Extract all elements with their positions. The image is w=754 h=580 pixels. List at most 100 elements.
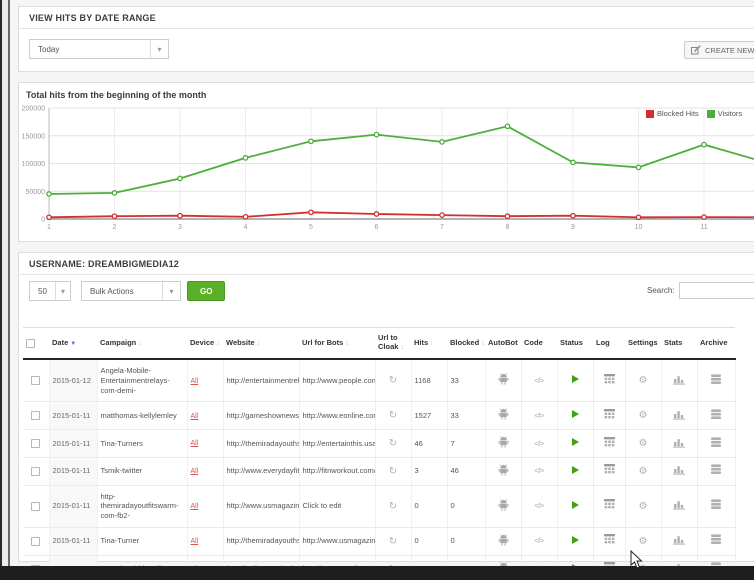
code-icon[interactable]: </> [534,536,543,545]
code-icon[interactable]: </> [534,439,543,448]
status-play-icon[interactable] [572,410,579,418]
device-all-link[interactable]: All [191,440,199,447]
column-header-archive: Archive [697,328,735,360]
log-calendar-icon[interactable] [604,534,615,545]
stats-chart-icon[interactable] [673,499,685,510]
campaigns-table: Date▼Campaign↕Device↕Website↕Url for Bot… [23,327,736,580]
device-all-link[interactable]: All [191,503,199,510]
code-icon[interactable]: </> [534,501,543,510]
column-header-url-to-cloak[interactable]: Url to Cloak↕ [375,328,411,360]
autobot-android-icon[interactable] [498,464,509,476]
column-header-website[interactable]: Website↕ [223,328,299,360]
column-header-hits[interactable]: Hits↕ [411,328,447,360]
chart-card: Total hits from the beginning of the mon… [18,82,754,242]
cell-date: 2015-01-11 [49,457,97,485]
device-all-link[interactable]: All [191,468,199,475]
autobot-android-icon[interactable] [498,373,509,385]
cell-status [557,527,593,555]
refresh-icon[interactable]: ↻ [389,410,397,421]
refresh-icon[interactable]: ↻ [389,375,397,386]
archive-stack-icon[interactable] [710,437,722,448]
code-icon[interactable]: </> [534,376,543,385]
log-calendar-icon[interactable] [604,464,615,475]
status-play-icon[interactable] [572,438,579,446]
go-button[interactable]: GO [187,281,225,301]
page-size-select[interactable]: 50 ▾ [29,281,71,301]
autobot-android-icon[interactable] [498,436,509,448]
device-all-link[interactable]: All [191,413,199,420]
autobot-android-icon[interactable] [498,534,509,546]
column-header-date[interactable]: Date▼ [49,328,97,360]
svg-text:3: 3 [178,224,182,231]
svg-text:9: 9 [571,224,575,231]
row-checkbox[interactable] [31,376,40,385]
gear-icon[interactable]: ⚙ [639,438,648,449]
cell-device: All [187,527,223,555]
status-play-icon[interactable] [572,466,579,474]
cell-archive [697,485,735,527]
column-header-stats: Stats [661,328,697,360]
archive-stack-icon[interactable] [710,374,722,385]
cell-campaign: Tina-Turner [97,527,187,555]
gear-icon[interactable]: ⚙ [639,375,648,386]
cell-website: http://www.everydayfitnes... [223,457,299,485]
status-play-icon[interactable] [572,501,579,509]
status-play-icon[interactable] [572,536,579,544]
gear-icon[interactable]: ⚙ [639,536,648,547]
gear-icon[interactable]: ⚙ [639,410,648,421]
cell-device: All [187,430,223,458]
log-calendar-icon[interactable] [604,374,615,385]
autobot-android-icon[interactable] [498,499,509,511]
gear-icon[interactable]: ⚙ [639,501,648,512]
device-all-link[interactable]: All [191,538,199,545]
refresh-icon[interactable]: ↻ [389,501,397,512]
refresh-icon[interactable]: ↻ [389,466,397,477]
row-checkbox[interactable] [31,502,40,511]
hits-line-chart: 123456789101112050000100000150000200000 [21,105,754,237]
table-row: 2015-01-11 matthomas-kellylemley All htt… [23,402,735,430]
row-checkbox[interactable] [31,537,40,546]
select-all-checkbox[interactable] [26,339,35,348]
log-calendar-icon[interactable] [604,437,615,448]
mouse-cursor [630,550,643,569]
archive-stack-icon[interactable] [710,499,722,510]
refresh-icon[interactable]: ↻ [389,438,397,449]
create-new-campaign-button[interactable]: CREATE NEW CAMPAIGN [684,41,754,59]
row-checkbox[interactable] [31,467,40,476]
bulk-actions-select[interactable]: Bulk Actions ▾ [81,281,181,301]
header-select-all [23,328,49,360]
chevron-down-icon: ▾ [162,282,180,300]
date-range-select[interactable]: Today ▾ [29,39,169,59]
table-row: 2015-01-11 Tsmik-twitter All http://www.… [23,457,735,485]
gear-icon[interactable]: ⚙ [639,466,648,477]
archive-stack-icon[interactable] [710,409,722,420]
code-icon[interactable]: </> [534,466,543,475]
stats-chart-icon[interactable] [673,409,685,420]
archive-stack-icon[interactable] [710,464,722,475]
chevron-down-icon: ▾ [55,282,70,300]
column-header-device[interactable]: Device↕ [187,328,223,360]
page: { "filters": { "title": "VIEW HITS BY DA… [0,0,754,580]
code-icon[interactable]: </> [534,411,543,420]
log-calendar-icon[interactable] [604,409,615,420]
device-all-link[interactable]: All [191,378,199,385]
archive-stack-icon[interactable] [710,534,722,545]
log-calendar-icon[interactable] [604,499,615,510]
autobot-android-icon[interactable] [498,408,509,420]
cell-url-for-bots: http://www.people.com/var... [299,359,375,402]
status-play-icon[interactable] [572,375,579,383]
column-header-campaign[interactable]: Campaign↕ [97,328,187,360]
row-checkbox[interactable] [31,411,40,420]
cell-log [593,402,625,430]
stats-chart-icon[interactable] [673,374,685,385]
stats-chart-icon[interactable] [673,437,685,448]
stats-chart-icon[interactable] [673,464,685,475]
refresh-icon[interactable]: ↻ [389,536,397,547]
stats-chart-icon[interactable] [673,534,685,545]
row-checkbox[interactable] [31,439,40,448]
search-input[interactable] [679,282,754,299]
svg-text:1: 1 [47,224,51,231]
column-header-url-for-bots[interactable]: Url for Bots↕ [299,328,375,360]
column-header-blocked[interactable]: Blocked↕ [447,328,485,360]
svg-text:6: 6 [375,224,379,231]
